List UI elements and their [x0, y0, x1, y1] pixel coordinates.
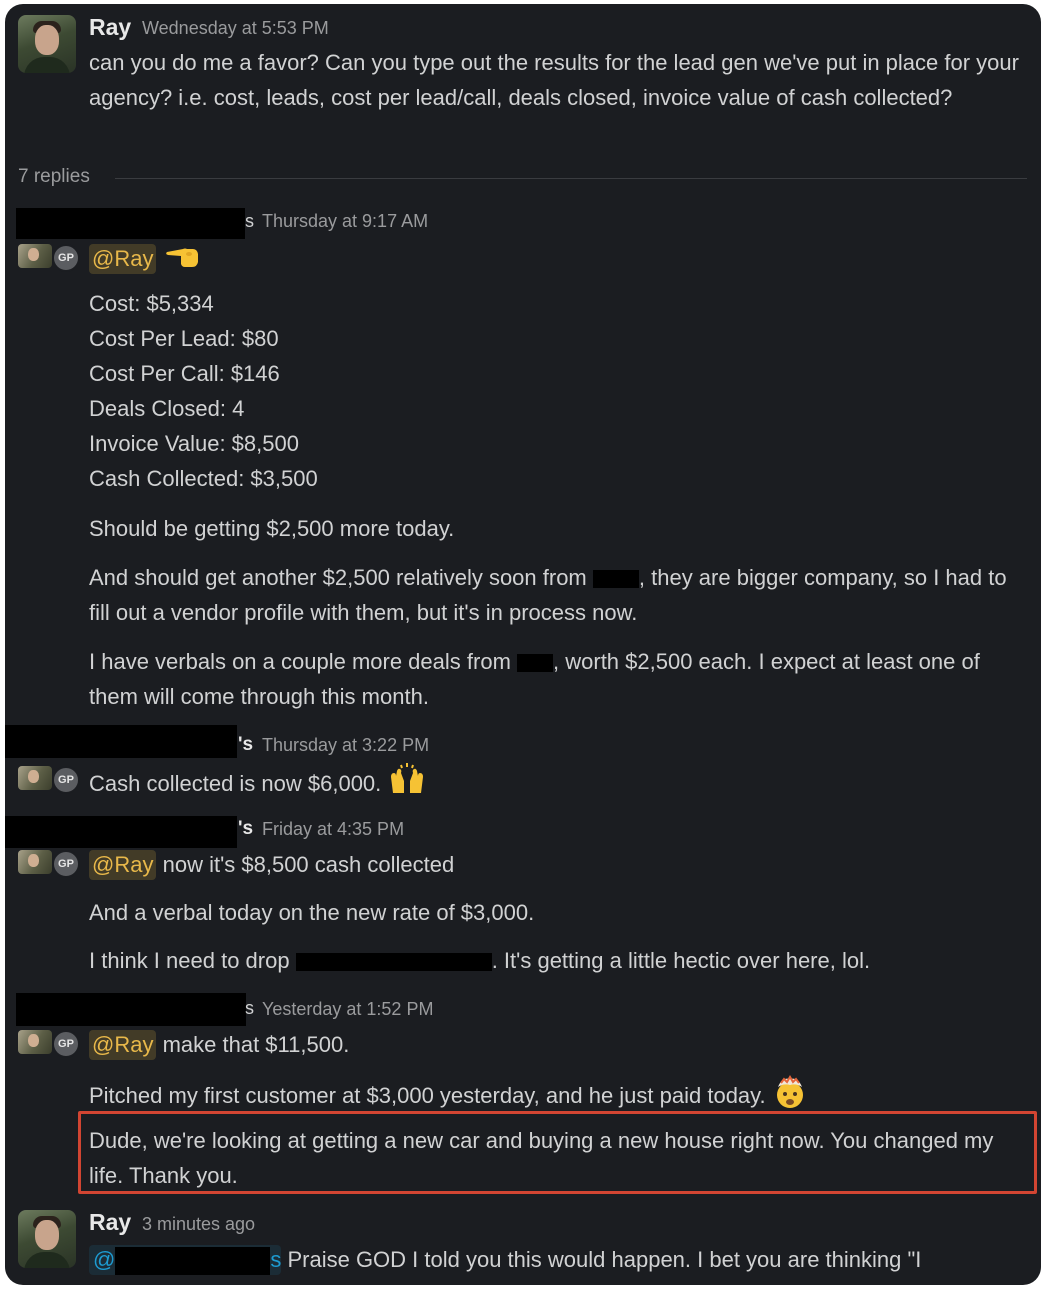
author-name-suffix: s — [245, 211, 254, 231]
redacted-author-name — [5, 816, 237, 848]
message-line: @Ray now it's $8,500 cash collected — [89, 847, 454, 882]
replies-divider — [115, 178, 1027, 179]
parent-timestamp[interactable]: Wednesday at 5:53 PM — [142, 18, 329, 39]
message-paragraph: I think I need to drop . It's getting a … — [89, 948, 871, 973]
redacted-company — [592, 570, 639, 589]
parent-message-text: can you do me a favor? Can you type out … — [89, 50, 1019, 110]
message-timestamp[interactable]: Yesterday at 1:52 PM — [262, 999, 433, 1020]
gp-badge: GP — [52, 1030, 80, 1058]
stats-list: Cost: $5,334 Cost Per Lead: $80 Cost Per… — [89, 286, 318, 496]
gp-badge: GP — [52, 244, 80, 272]
stat-cost-per-lead: Cost Per Lead: $80 — [89, 326, 279, 351]
author-avatar[interactable] — [18, 244, 52, 268]
message-paragraph: And should get another $2,500 relatively… — [89, 565, 1007, 625]
ray-avatar[interactable] — [18, 15, 76, 73]
last-author-name[interactable]: Ray — [89, 1209, 131, 1236]
last-timestamp[interactable]: 3 minutes ago — [142, 1214, 255, 1235]
last-message-line: @ s Praise GOD I told you this would happ… — [89, 1242, 921, 1277]
ray-avatar[interactable] — [18, 1210, 76, 1268]
raising-hands-emoji — [387, 763, 427, 807]
mention-ray[interactable]: @Ray — [89, 850, 157, 880]
gp-badge: GP — [52, 766, 80, 794]
pointing-hand-emoji — [163, 240, 201, 280]
author-avatar[interactable] — [18, 766, 52, 790]
slack-thread-window: Ray Wednesday at 5:53 PM can you do me a… — [5, 4, 1041, 1285]
author-name-suffix: s — [245, 998, 254, 1018]
redacted-text — [295, 953, 492, 972]
stat-invoice-value: Invoice Value: $8,500 — [89, 431, 299, 456]
parent-author-name[interactable]: Ray — [89, 14, 131, 41]
message-paragraph: Should be getting $2,500 more today. — [89, 516, 455, 541]
mention-ray[interactable]: @Ray — [89, 1030, 157, 1060]
author-name-suffix: 's — [238, 818, 254, 839]
replies-count[interactable]: 7 replies — [18, 166, 90, 188]
stat-cost-per-call: Cost Per Call: $146 — [89, 361, 280, 386]
stat-cost: Cost: $5,334 — [89, 291, 214, 316]
message-line: @Ray make that $11,500. — [89, 1027, 349, 1062]
author-name-suffix: 's — [238, 734, 254, 755]
message-line: Cash collected is now $6,000. — [89, 763, 427, 807]
gp-badge: GP — [52, 850, 80, 878]
message-line: @Ray — [89, 240, 201, 280]
message-timestamp[interactable]: Thursday at 9:17 AM — [262, 211, 428, 232]
author-avatar[interactable] — [18, 1030, 52, 1054]
highlighted-paragraph: Dude, we're looking at getting a new car… — [89, 1128, 994, 1188]
stat-deals-closed: Deals Closed: 4 — [89, 396, 245, 421]
message-paragraph: And a verbal today on the new rate of $3… — [89, 900, 535, 925]
author-avatar[interactable] — [18, 850, 52, 874]
message-paragraph: I have verbals on a couple more deals fr… — [89, 649, 980, 709]
redacted-author-name — [16, 208, 245, 239]
redacted-author-name — [5, 725, 237, 758]
redacted-mention — [115, 1247, 271, 1276]
mention-user[interactable]: @ s — [89, 1245, 282, 1276]
stat-cash-collected: Cash Collected: $3,500 — [89, 466, 318, 491]
redacted-company — [517, 654, 554, 673]
mention-ray[interactable]: @Ray — [89, 243, 157, 274]
redacted-author-name — [16, 993, 246, 1026]
message-timestamp[interactable]: Friday at 4:35 PM — [262, 819, 404, 840]
message-timestamp[interactable]: Thursday at 3:22 PM — [262, 735, 429, 756]
